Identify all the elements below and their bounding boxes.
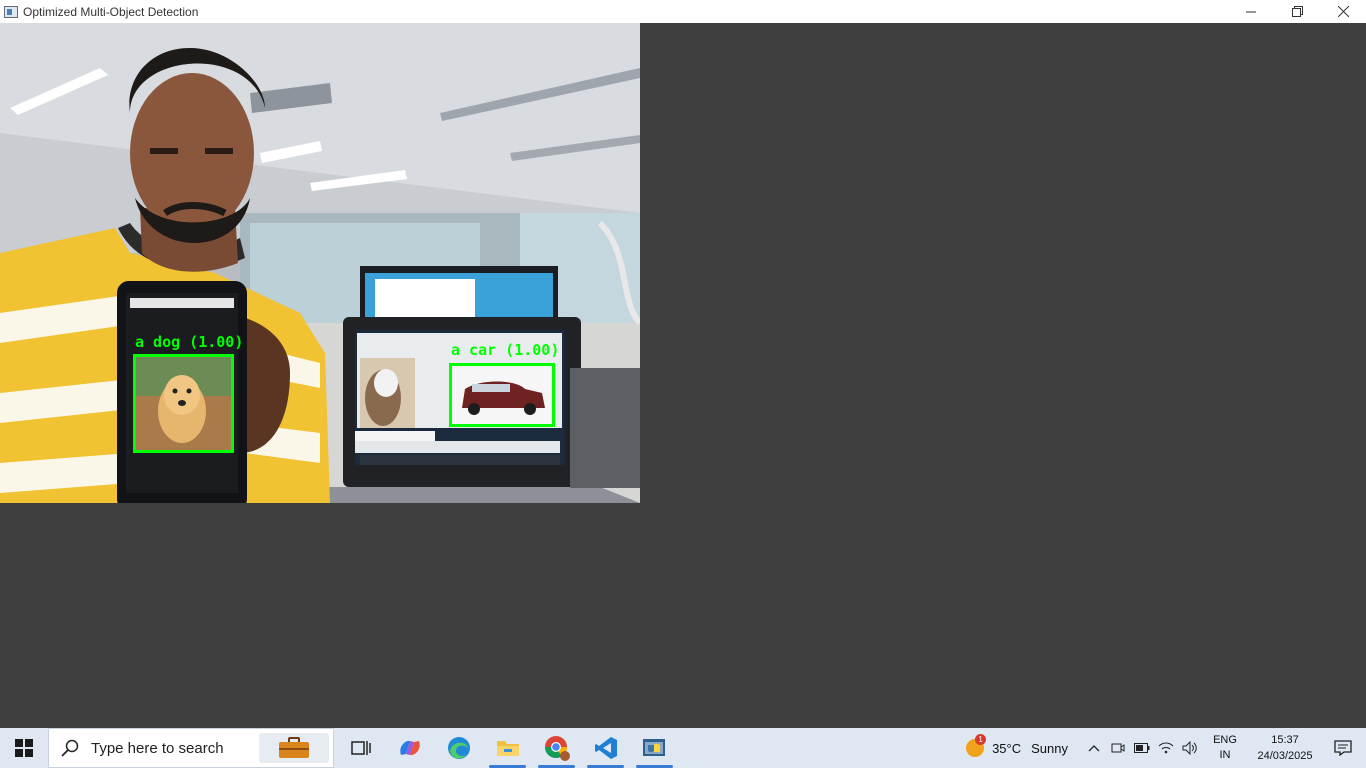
car-bounding-box [449, 363, 555, 427]
system-tray: 1 35°C Sunny ENG IN 15:37 24/03/2025 [966, 728, 1366, 768]
vscode-icon [594, 737, 617, 759]
chrome-button[interactable] [532, 728, 581, 768]
camera-frame: a dog (1.00) a car (1.00) [0, 23, 640, 503]
sun-icon: 1 [966, 734, 987, 757]
language-code: ENG [1213, 734, 1237, 746]
window-controls [1228, 0, 1366, 23]
weather-badge: 1 [975, 734, 987, 745]
dog-bounding-box [133, 354, 234, 453]
chevron-up-icon [1088, 745, 1100, 752]
notifications-button[interactable] [1320, 728, 1366, 768]
edge-icon [447, 737, 470, 759]
python-window-button[interactable] [630, 728, 679, 768]
folder-icon [496, 741, 519, 756]
chrome-icon [544, 736, 570, 761]
app-icon [4, 5, 18, 18]
weather-condition: Sunny [1031, 740, 1068, 756]
close-button[interactable] [1320, 0, 1366, 23]
task-view-icon [350, 741, 371, 755]
weather-temperature: 35°C [992, 740, 1022, 756]
wifi-icon [1158, 742, 1174, 754]
taskbar: Type here to search 1 35°C Sunny ENG IN … [0, 728, 1366, 768]
volume-button[interactable] [1178, 728, 1202, 768]
file-explorer-button[interactable] [483, 728, 532, 768]
close-icon [1337, 6, 1349, 17]
minimize-icon [1246, 11, 1256, 12]
minimize-button[interactable] [1228, 0, 1274, 23]
search-highlight-button[interactable] [259, 733, 329, 763]
weather-widget[interactable]: 1 35°C Sunny [966, 734, 1068, 757]
restore-icon [1291, 6, 1303, 17]
speaker-icon [1182, 741, 1197, 755]
window-title: Optimized Multi-Object Detection [23, 4, 199, 19]
windows-logo-icon [15, 739, 33, 757]
restore-button[interactable] [1274, 0, 1320, 23]
language-region: IN [1219, 749, 1231, 761]
clock-time: 15:37 [1271, 734, 1299, 746]
input-language-button[interactable]: ENG IN [1206, 733, 1244, 763]
clock-button[interactable]: 15:37 24/03/2025 [1250, 732, 1320, 764]
camera-icon [1111, 743, 1125, 753]
taskbar-search-box[interactable]: Type here to search [48, 728, 334, 768]
meet-now-button[interactable] [1106, 728, 1130, 768]
start-button[interactable] [0, 728, 48, 768]
edge-button[interactable] [434, 728, 483, 768]
copilot-icon [399, 740, 420, 756]
battery-button[interactable] [1130, 728, 1154, 768]
vscode-button[interactable] [581, 728, 630, 768]
show-hidden-icons-button[interactable] [1082, 728, 1106, 768]
task-view-button[interactable] [336, 728, 385, 768]
network-button[interactable] [1154, 728, 1178, 768]
clock-date: 24/03/2025 [1257, 750, 1313, 762]
briefcase-icon [279, 737, 309, 758]
battery-icon [1134, 743, 1150, 753]
search-placeholder: Type here to search [91, 739, 224, 757]
python-icon [642, 739, 665, 756]
dog-detection-label: a dog (1.00) [135, 333, 243, 351]
notification-icon [1334, 740, 1352, 756]
detection-overlay: a dog (1.00) a car (1.00) [133, 333, 559, 453]
copilot-button[interactable] [385, 728, 434, 768]
car-detection-label: a car (1.00) [451, 341, 559, 359]
window-titlebar: Optimized Multi-Object Detection [0, 0, 1366, 23]
search-icon [61, 739, 79, 757]
